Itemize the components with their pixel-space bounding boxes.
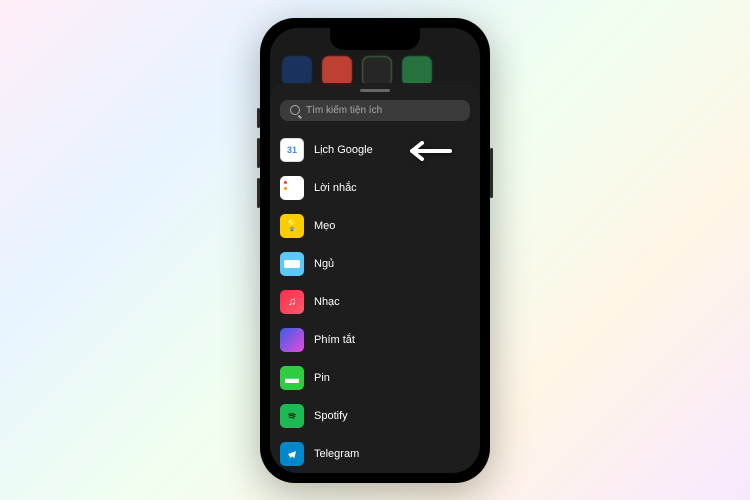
tips-icon: 💡 bbox=[280, 214, 304, 238]
widget-label: Nhạc bbox=[314, 296, 340, 308]
pointer-arrow bbox=[410, 139, 460, 168]
screen: Tìm kiếm tiện ích 31 Lịch Google Lời nhắ… bbox=[270, 28, 480, 473]
sheet-grabber[interactable] bbox=[360, 89, 390, 92]
bg-app-icon bbox=[362, 56, 392, 86]
search-input[interactable]: Tìm kiếm tiện ích bbox=[280, 100, 470, 121]
bg-app-icon bbox=[322, 56, 352, 86]
shortcuts-icon bbox=[280, 328, 304, 352]
battery-icon: ▬ bbox=[280, 366, 304, 390]
search-placeholder: Tìm kiếm tiện ích bbox=[306, 105, 382, 116]
widget-item-spotify[interactable]: Spotify bbox=[280, 397, 470, 435]
widget-item-tips[interactable]: 💡 Mẹo bbox=[280, 207, 470, 245]
widget-label: Phím tắt bbox=[314, 334, 355, 346]
volume-up bbox=[257, 138, 260, 168]
widget-list: 31 Lịch Google Lời nhắc 💡 Mẹo Ngủ ♫ bbox=[270, 131, 480, 473]
music-icon: ♫ bbox=[280, 290, 304, 314]
bg-app-icon bbox=[282, 56, 312, 86]
widget-label: Pin bbox=[314, 372, 330, 384]
widget-label: Lời nhắc bbox=[314, 182, 357, 194]
phone-frame: Tìm kiếm tiện ích 31 Lịch Google Lời nhắ… bbox=[260, 18, 490, 483]
widget-label: Spotify bbox=[314, 410, 348, 422]
widget-label: Lịch Google bbox=[314, 144, 373, 156]
spotify-icon bbox=[280, 404, 304, 428]
widget-item-music[interactable]: ♫ Nhạc bbox=[280, 283, 470, 321]
widget-item-reminders[interactable]: Lời nhắc bbox=[280, 169, 470, 207]
power-button bbox=[490, 148, 493, 198]
widget-item-sleep[interactable]: Ngủ bbox=[280, 245, 470, 283]
search-icon bbox=[290, 105, 300, 115]
home-screen-apps bbox=[282, 56, 432, 86]
telegram-icon bbox=[280, 442, 304, 466]
widget-item-shortcuts[interactable]: Phím tắt bbox=[280, 321, 470, 359]
widget-label: Mẹo bbox=[314, 220, 335, 232]
sleep-icon bbox=[280, 252, 304, 276]
notch bbox=[330, 28, 420, 50]
reminders-icon bbox=[280, 176, 304, 200]
mute-switch bbox=[257, 108, 260, 128]
volume-down bbox=[257, 178, 260, 208]
widget-label: Telegram bbox=[314, 448, 359, 460]
widget-label: Ngủ bbox=[314, 258, 334, 270]
widget-item-battery[interactable]: ▬ Pin bbox=[280, 359, 470, 397]
calendar-icon: 31 bbox=[280, 138, 304, 162]
bg-app-icon bbox=[402, 56, 432, 86]
widget-item-telegram[interactable]: Telegram bbox=[280, 435, 470, 473]
